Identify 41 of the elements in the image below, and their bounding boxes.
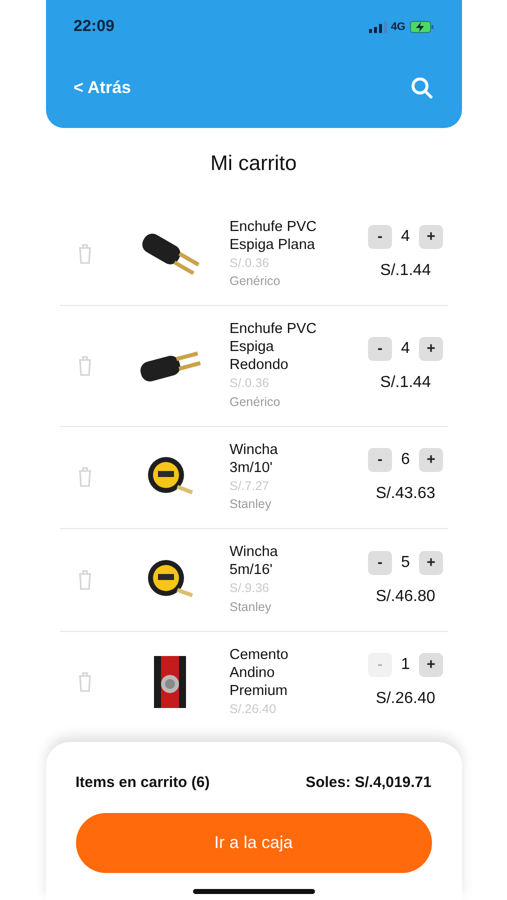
- increase-button[interactable]: +: [418, 448, 443, 472]
- line-total: S/.1.44: [380, 372, 431, 393]
- page-title: Mi carrito: [210, 151, 297, 177]
- increase-button[interactable]: +: [418, 652, 443, 677]
- line-total: S/.26.40: [376, 688, 436, 709]
- trash-icon[interactable]: [76, 354, 92, 377]
- brand-label: Stanley: [230, 598, 272, 616]
- increase-button[interactable]: +: [418, 336, 443, 361]
- items-count: Items en carrito (6): [76, 773, 210, 793]
- brand-label: Stanley: [230, 496, 272, 514]
- trash-icon[interactable]: [76, 568, 92, 591]
- trash-icon[interactable]: [76, 670, 92, 693]
- brand-label: Genérico: [230, 273, 282, 290]
- network-label: 4G: [390, 20, 406, 35]
- product-name: Enchufe PVC Espiga Redondo: [230, 320, 318, 374]
- status-time: 22:09: [74, 17, 114, 37]
- battery-charging-icon: [410, 21, 434, 33]
- product-name: Enchufe PVC Espiga Plana: [230, 218, 318, 254]
- brand-label: Genérico: [230, 394, 282, 411]
- quantity-value: 1: [401, 654, 410, 675]
- quantity-value: 4: [401, 338, 410, 359]
- line-total: S/.43.63: [376, 484, 436, 504]
- search-icon[interactable]: [410, 76, 434, 100]
- line-total: S/.46.80: [376, 586, 436, 607]
- line-total: S/.1.44: [380, 261, 431, 282]
- signal-icon: [368, 22, 387, 32]
- trash-icon[interactable]: [76, 466, 92, 488]
- trash-icon[interactable]: [76, 243, 92, 266]
- product-name: Cemento Andino Premium: [230, 646, 290, 700]
- decrease-button[interactable]: -: [368, 225, 392, 250]
- increase-button[interactable]: +: [418, 225, 443, 250]
- decrease-button[interactable]: -: [368, 550, 392, 575]
- quantity-value: 5: [401, 552, 410, 573]
- quantity-value: 6: [401, 450, 410, 470]
- quantity-value: 4: [401, 227, 410, 248]
- decrease-button[interactable]: -: [368, 336, 392, 361]
- decrease-button[interactable]: -: [368, 448, 392, 472]
- product-name: Wincha 5m/16': [230, 543, 279, 579]
- increase-button[interactable]: +: [418, 550, 443, 575]
- product-name: Wincha 3m/10': [230, 440, 279, 476]
- cart-total: Soles: S/.4,019.71: [306, 773, 432, 793]
